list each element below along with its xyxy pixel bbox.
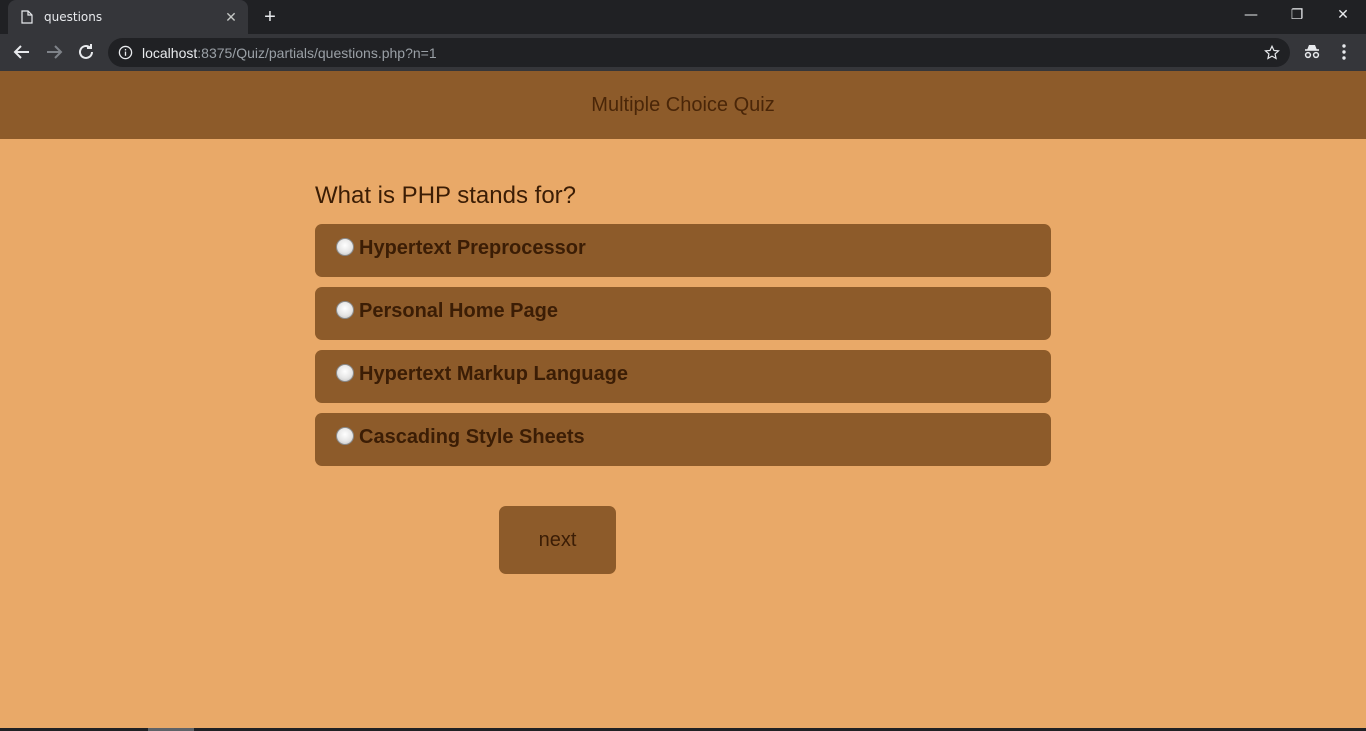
reload-icon[interactable] bbox=[74, 40, 98, 64]
browser-tab-strip: questions ✕ + — ❐ ✕ bbox=[0, 0, 1366, 34]
forward-arrow-icon[interactable] bbox=[42, 40, 66, 64]
page-title: Multiple Choice Quiz bbox=[591, 94, 775, 116]
url-text[interactable]: localhost:8375/Quiz/partials/questions.p… bbox=[142, 45, 437, 61]
answer-option-label: Hypertext Markup Language bbox=[359, 363, 628, 385]
radio-button[interactable] bbox=[336, 427, 354, 445]
restore-window-button[interactable]: ❐ bbox=[1274, 0, 1320, 30]
minimize-window-button[interactable]: — bbox=[1228, 0, 1274, 30]
tab-title: questions bbox=[44, 10, 103, 24]
answer-option-label: Hypertext Preprocessor bbox=[359, 237, 586, 259]
url-host: localhost bbox=[142, 45, 198, 61]
info-icon[interactable] bbox=[118, 45, 133, 60]
radio-button[interactable] bbox=[336, 364, 354, 382]
back-arrow-icon[interactable] bbox=[10, 40, 34, 64]
answer-option-label: Personal Home Page bbox=[359, 300, 558, 322]
close-window-button[interactable]: ✕ bbox=[1320, 0, 1366, 30]
browser-toolbar: localhost:8375/Quiz/partials/questions.p… bbox=[0, 34, 1366, 71]
answer-option-2[interactable]: Personal Home Page bbox=[315, 287, 1051, 340]
radio-button[interactable] bbox=[336, 301, 354, 319]
next-button[interactable]: next bbox=[499, 506, 616, 574]
question-text: What is PHP stands for? bbox=[315, 182, 576, 209]
answer-option-3[interactable]: Hypertext Markup Language bbox=[315, 350, 1051, 403]
bookmark-star-icon[interactable] bbox=[1263, 44, 1281, 62]
radio-button[interactable] bbox=[336, 238, 354, 256]
answer-option-label: Cascading Style Sheets bbox=[359, 426, 585, 448]
url-path: :8375/Quiz/partials/questions.php?n=1 bbox=[197, 45, 437, 61]
document-icon bbox=[21, 10, 33, 24]
answer-option-4[interactable]: Cascading Style Sheets bbox=[315, 413, 1051, 466]
incognito-icon[interactable] bbox=[1302, 42, 1322, 62]
browser-tab[interactable]: questions ✕ bbox=[8, 0, 248, 34]
site-header: Multiple Choice Quiz bbox=[0, 71, 1366, 139]
address-bar[interactable]: localhost:8375/Quiz/partials/questions.p… bbox=[108, 38, 1290, 67]
answer-option-1[interactable]: Hypertext Preprocessor bbox=[315, 224, 1051, 277]
close-tab-icon[interactable]: ✕ bbox=[223, 9, 239, 25]
new-tab-button[interactable]: + bbox=[259, 6, 281, 28]
more-menu-icon[interactable] bbox=[1336, 42, 1352, 62]
